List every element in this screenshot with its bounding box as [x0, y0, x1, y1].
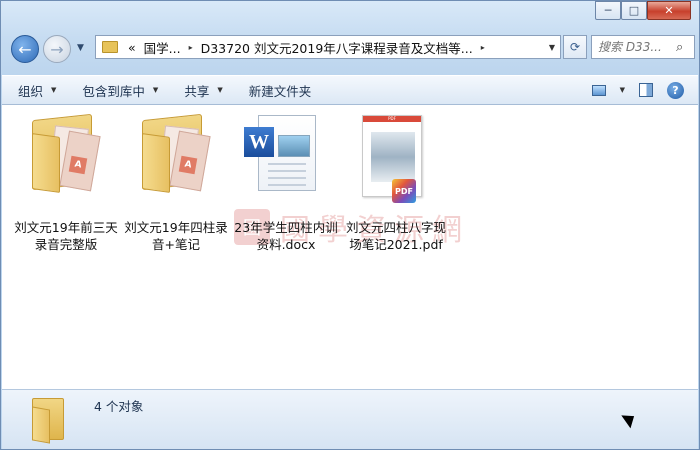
file-item-folder[interactable]: A 刘文元19年前三天录音完整版 — [10, 113, 122, 253]
chevron-down-icon[interactable]: ▼ — [620, 86, 625, 94]
include-in-library-menu[interactable]: 包含到库中 ▼ — [72, 78, 168, 102]
new-folder-button[interactable]: 新建文件夹 — [239, 78, 322, 102]
file-name: 刘文元19年前三天录音完整版 — [14, 220, 118, 252]
command-bar: 组织 ▼ 包含到库中 ▼ 共享 ▼ 新建文件夹 ▼ ? — [2, 75, 698, 105]
address-bar[interactable]: « 国学... ▸ D33720 刘文元2019年八字课程录音及文档等... ▸… — [95, 35, 561, 59]
share-label: 共享 — [184, 83, 210, 99]
new-folder-label: 新建文件夹 — [248, 83, 312, 99]
folder-icon — [30, 396, 70, 444]
file-name: 刘文元四柱八字现场笔记2021.pdf — [345, 220, 446, 252]
chevron-down-icon: ▼ — [217, 86, 223, 94]
caption-buttons: ─ □ ✕ — [595, 1, 691, 20]
organize-menu[interactable]: 组织 ▼ — [8, 78, 66, 102]
word-document-icon: W — [238, 113, 334, 209]
breadcrumb-item-guoxue[interactable]: 国学... — [140, 38, 185, 57]
breadcrumb-overflow[interactable]: « — [124, 40, 140, 55]
breadcrumb-separator[interactable]: ▸ — [185, 43, 197, 52]
help-icon[interactable]: ? — [667, 81, 684, 99]
explorer-window: ─ □ ✕ ← → ▼ « 国学... ▸ D33720 刘文元2019年八字课… — [0, 0, 700, 450]
file-item-docx[interactable]: W 23年学生四柱内训资料.docx — [230, 113, 342, 253]
search-input[interactable] — [598, 40, 676, 54]
include-in-library-label: 包含到库中 — [82, 83, 145, 99]
folder-icon: A — [128, 113, 224, 209]
item-count: 4 个对象 — [94, 399, 144, 414]
breadcrumb-separator[interactable]: ▸ — [477, 43, 489, 52]
forward-button[interactable]: → — [43, 35, 71, 63]
back-button[interactable]: ← — [11, 35, 39, 63]
details-pane: 4 个对象 — [2, 389, 698, 449]
maximize-button[interactable]: □ — [621, 1, 647, 20]
navigation-bar: ← → ▼ « 国学... ▸ D33720 刘文元2019年八字课程录音及文档… — [7, 33, 695, 63]
chevron-down-icon: ▼ — [152, 86, 159, 94]
minimize-button[interactable]: ─ — [595, 1, 621, 20]
toolbar-right-group: ▼ ? — [591, 81, 698, 99]
file-list-view: 國 國學資源網 A 刘文元19年前三天录音完整版 A 刘文元19年四柱录音+笔记… — [2, 105, 698, 389]
folder-icon: A — [18, 113, 114, 209]
change-view-icon[interactable] — [591, 84, 606, 96]
refresh-button[interactable]: ⟳ — [563, 35, 587, 59]
chevron-down-icon: ▼ — [51, 86, 57, 94]
file-item-folder[interactable]: A 刘文元19年四柱录音+笔记 — [120, 113, 232, 253]
breadcrumb-item-current[interactable]: D33720 刘文元2019年八字课程录音及文档等... — [197, 38, 477, 57]
share-menu[interactable]: 共享 ▼ — [174, 78, 232, 102]
file-name: 23年学生四柱内训资料.docx — [234, 220, 338, 252]
folder-icon — [102, 41, 118, 53]
file-name: 刘文元19年四柱录音+笔记 — [124, 220, 228, 252]
preview-pane-icon[interactable] — [639, 83, 653, 97]
address-dropdown[interactable]: ▼ — [544, 43, 560, 52]
search-icon[interactable]: ⌕ — [676, 40, 683, 55]
close-button[interactable]: ✕ — [647, 1, 691, 20]
pdf-document-icon: PDF PDF — [348, 113, 444, 209]
recent-pages-dropdown[interactable]: ▼ — [77, 43, 84, 53]
search-box[interactable]: ⌕ — [591, 35, 695, 59]
organize-label: 组织 — [18, 83, 44, 99]
file-item-pdf[interactable]: PDF PDF 刘文元四柱八字现场笔记2021.pdf — [340, 113, 452, 253]
